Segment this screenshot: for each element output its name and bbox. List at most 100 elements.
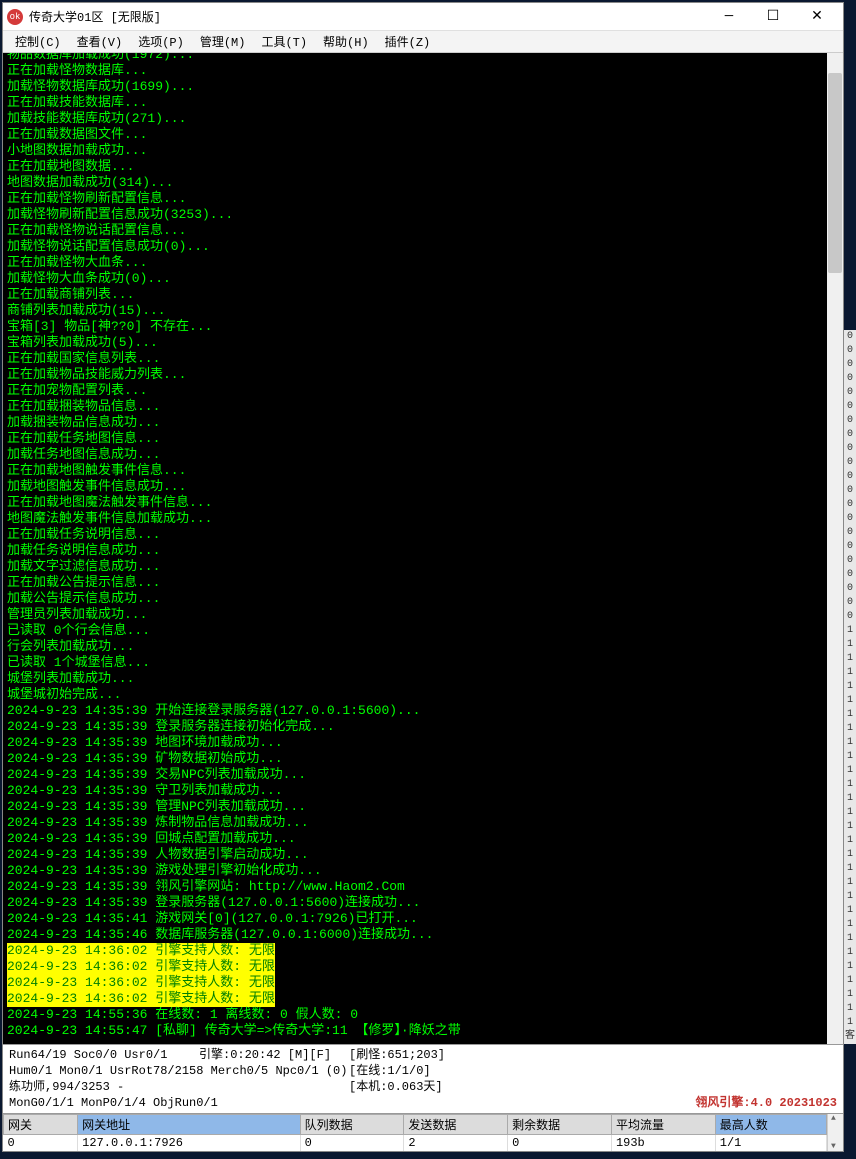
window-title: 传奇大学01区 [无限版] xyxy=(29,8,707,25)
log-line: 城堡列表加载成功... xyxy=(7,671,823,687)
table-cell: 193b xyxy=(611,1135,715,1152)
status-online: [在线:1/1/0] xyxy=(349,1063,837,1079)
log-line: 2024-9-23 14:35:39 人物数据引擎启动成功... xyxy=(7,847,823,863)
log-line: 加载文字过滤信息成功... xyxy=(7,559,823,575)
log-line: 正在加载怪物说话配置信息... xyxy=(7,223,823,239)
status-host: [本机:0.063天] xyxy=(349,1079,837,1095)
log-line: 2024-9-23 14:36:02 引擎支持人数: 无限 xyxy=(7,959,275,975)
log-line: 商铺列表加载成功(15)... xyxy=(7,303,823,319)
log-line: 2024-9-23 14:35:46 数据库服务器(127.0.0.1:6000… xyxy=(7,927,823,943)
log-line: 正在加载地图魔法触发事件信息... xyxy=(7,495,823,511)
log-line: 加载怪物数据库成功(1699)... xyxy=(7,79,823,95)
col-header[interactable]: 网关地址 xyxy=(78,1115,300,1135)
log-line: 正在加载任务地图信息... xyxy=(7,431,823,447)
col-header[interactable]: 队列数据 xyxy=(300,1115,404,1135)
col-header[interactable]: 网关 xyxy=(4,1115,78,1135)
app-window: ok 传奇大学01区 [无限版] ─ ☐ ✕ 控制(C) 查看(V) 选项(P)… xyxy=(2,2,844,1152)
table-cell: 127.0.0.1:7926 xyxy=(78,1135,300,1152)
log-line: 2024-9-23 14:36:02 引擎支持人数: 无限 xyxy=(7,975,275,991)
log-line: 2024-9-23 14:35:39 矿物数据初始成功... xyxy=(7,751,823,767)
log-line: 加载任务说明信息成功... xyxy=(7,543,823,559)
log-line: 2024-9-23 14:35:39 游戏处理引擎初始化成功... xyxy=(7,863,823,879)
log-line: 正在加载公告提示信息... xyxy=(7,575,823,591)
log-line: 正在加载国家信息列表... xyxy=(7,351,823,367)
titlebar[interactable]: ok 传奇大学01区 [无限版] ─ ☐ ✕ xyxy=(3,3,843,31)
status-engine-time: 引擎:0:20:42 [M][F] xyxy=(199,1047,349,1063)
maximize-button[interactable]: ☐ xyxy=(751,4,795,30)
log-line: 宝箱[3] 物品[神??0] 不存在... xyxy=(7,319,823,335)
log-line: 正在加载怪物数据库... xyxy=(7,63,823,79)
log-line: 地图数据加载成功(314)... xyxy=(7,175,823,191)
log-line: 2024-9-23 14:55:47 [私聊] 传奇大学=>传奇大学:11 【修… xyxy=(7,1023,823,1039)
log-line: 加载怪物刷新配置信息成功(3253)... xyxy=(7,207,823,223)
log-line: 正在加载任务说明信息... xyxy=(7,527,823,543)
status-hum: Hum0/1 Mon0/1 UsrRot78/2158 Merch0/5 Npc… xyxy=(9,1063,349,1079)
log-line: 2024-9-23 14:35:41 游戏网关[0](127.0.0.1:792… xyxy=(7,911,823,927)
table-cell: 2 xyxy=(404,1135,508,1152)
log-line: 2024-9-23 14:35:39 回城点配置加载成功... xyxy=(7,831,823,847)
log-line: 2024-9-23 14:36:02 引擎支持人数: 无限 xyxy=(7,943,275,959)
log-line: 正在加载捆装物品信息... xyxy=(7,399,823,415)
engine-version: 翎风引擎:4.0 20231023 xyxy=(695,1095,837,1111)
log-line: 已读取 0个行会信息... xyxy=(7,623,823,639)
log-line: 城堡城初始完成... xyxy=(7,687,823,703)
log-line: 2024-9-23 14:35:39 守卫列表加载成功... xyxy=(7,783,823,799)
menu-plugins[interactable]: 插件(Z) xyxy=(377,31,439,52)
log-line: 加载怪物大血条成功(0)... xyxy=(7,271,823,287)
col-header[interactable]: 最高人数 xyxy=(715,1115,826,1135)
log-line: 加载地图触发事件信息成功... xyxy=(7,479,823,495)
log-line: 2024-9-23 14:36:02 引擎支持人数: 无限 xyxy=(7,991,275,1007)
table-row[interactable]: 0127.0.0.1:7926020193b1/1 xyxy=(4,1135,827,1152)
menu-options[interactable]: 选项(P) xyxy=(130,31,192,52)
log-line: 2024-9-23 14:35:39 管理NPC列表加载成功... xyxy=(7,799,823,815)
scroll-thumb[interactable] xyxy=(828,73,842,273)
side-number-strip: 0 0 0 0 0 0 0 0 0 0 0 0 0 0 0 0 0 0 0 0 … xyxy=(844,330,856,1044)
minimize-button[interactable]: ─ xyxy=(707,4,751,30)
menu-manage[interactable]: 管理(M) xyxy=(192,31,254,52)
log-line: 正在加宠物配置列表... xyxy=(7,383,823,399)
menu-tools[interactable]: 工具(T) xyxy=(253,31,315,52)
col-header[interactable]: 发送数据 xyxy=(404,1115,508,1135)
table-header-row: 网关网关地址队列数据发送数据剩余数据平均流量最高人数 xyxy=(4,1115,827,1135)
log-line: 加载公告提示信息成功... xyxy=(7,591,823,607)
col-header[interactable]: 平均流量 xyxy=(611,1115,715,1135)
table-cell: 0 xyxy=(508,1135,612,1152)
log-line: 2024-9-23 14:35:39 登录服务器连接初始化完成... xyxy=(7,719,823,735)
log-line: 小地图数据加载成功... xyxy=(7,143,823,159)
menubar: 控制(C) 查看(V) 选项(P) 管理(M) 工具(T) 帮助(H) 插件(Z… xyxy=(3,31,843,53)
table-scrollbar[interactable] xyxy=(827,1114,843,1151)
log-line: 2024-9-23 14:35:39 炼制物品信息加载成功... xyxy=(7,815,823,831)
col-header[interactable]: 剩余数据 xyxy=(508,1115,612,1135)
log-line: 2024-9-23 14:35:39 交易NPC列表加载成功... xyxy=(7,767,823,783)
table-cell: 0 xyxy=(4,1135,78,1152)
log-line: 2024-9-23 14:35:39 登录服务器(127.0.0.1:5600)… xyxy=(7,895,823,911)
status-trainer: 练功师,994/3253 - xyxy=(9,1079,349,1095)
close-button[interactable]: ✕ xyxy=(795,4,839,30)
log-line: 加载技能数据库成功(271)... xyxy=(7,111,823,127)
log-line: 2024-9-23 14:35:39 地图环境加载成功... xyxy=(7,735,823,751)
console-area: 物品数据库加载成功(1972)...正在加载怪物数据库...加载怪物数据库成功(… xyxy=(3,53,843,1044)
menu-control[interactable]: 控制(C) xyxy=(7,31,69,52)
log-line: 2024-9-23 14:55:36 在线数: 1 离线数: 0 假人数: 0 xyxy=(7,1007,823,1023)
log-line: 2024-9-23 14:35:39 翎风引擎网站: http://www.Ha… xyxy=(7,879,823,895)
table-cell: 1/1 xyxy=(715,1135,826,1152)
log-line: 宝箱列表加载成功(5)... xyxy=(7,335,823,351)
log-line: 正在加载物品技能威力列表... xyxy=(7,367,823,383)
gateway-table[interactable]: 网关网关地址队列数据发送数据剩余数据平均流量最高人数 0127.0.0.1:79… xyxy=(3,1114,827,1151)
log-line: 正在加载怪物刷新配置信息... xyxy=(7,191,823,207)
table-cell: 0 xyxy=(300,1135,404,1152)
console-scrollbar[interactable] xyxy=(827,53,843,1044)
log-line: 加载任务地图信息成功... xyxy=(7,447,823,463)
log-line: 正在加载怪物大血条... xyxy=(7,255,823,271)
gateway-table-wrap: 网关网关地址队列数据发送数据剩余数据平均流量最高人数 0127.0.0.1:79… xyxy=(3,1113,843,1151)
menu-help[interactable]: 帮助(H) xyxy=(315,31,377,52)
log-console[interactable]: 物品数据库加载成功(1972)...正在加载怪物数据库...加载怪物数据库成功(… xyxy=(3,53,827,1044)
log-line: 正在加载地图数据... xyxy=(7,159,823,175)
log-line: 正在加载数据图文件... xyxy=(7,127,823,143)
status-mong: MonG0/1/1 MonP0/1/4 ObjRun0/1 xyxy=(9,1095,218,1111)
log-line: 2024-9-23 14:35:39 开始连接登录服务器(127.0.0.1:5… xyxy=(7,703,823,719)
log-line: 地图魔法触发事件信息加载成功... xyxy=(7,511,823,527)
app-icon: ok xyxy=(7,9,23,25)
log-line: 加载怪物说话配置信息成功(0)... xyxy=(7,239,823,255)
menu-view[interactable]: 查看(V) xyxy=(69,31,131,52)
